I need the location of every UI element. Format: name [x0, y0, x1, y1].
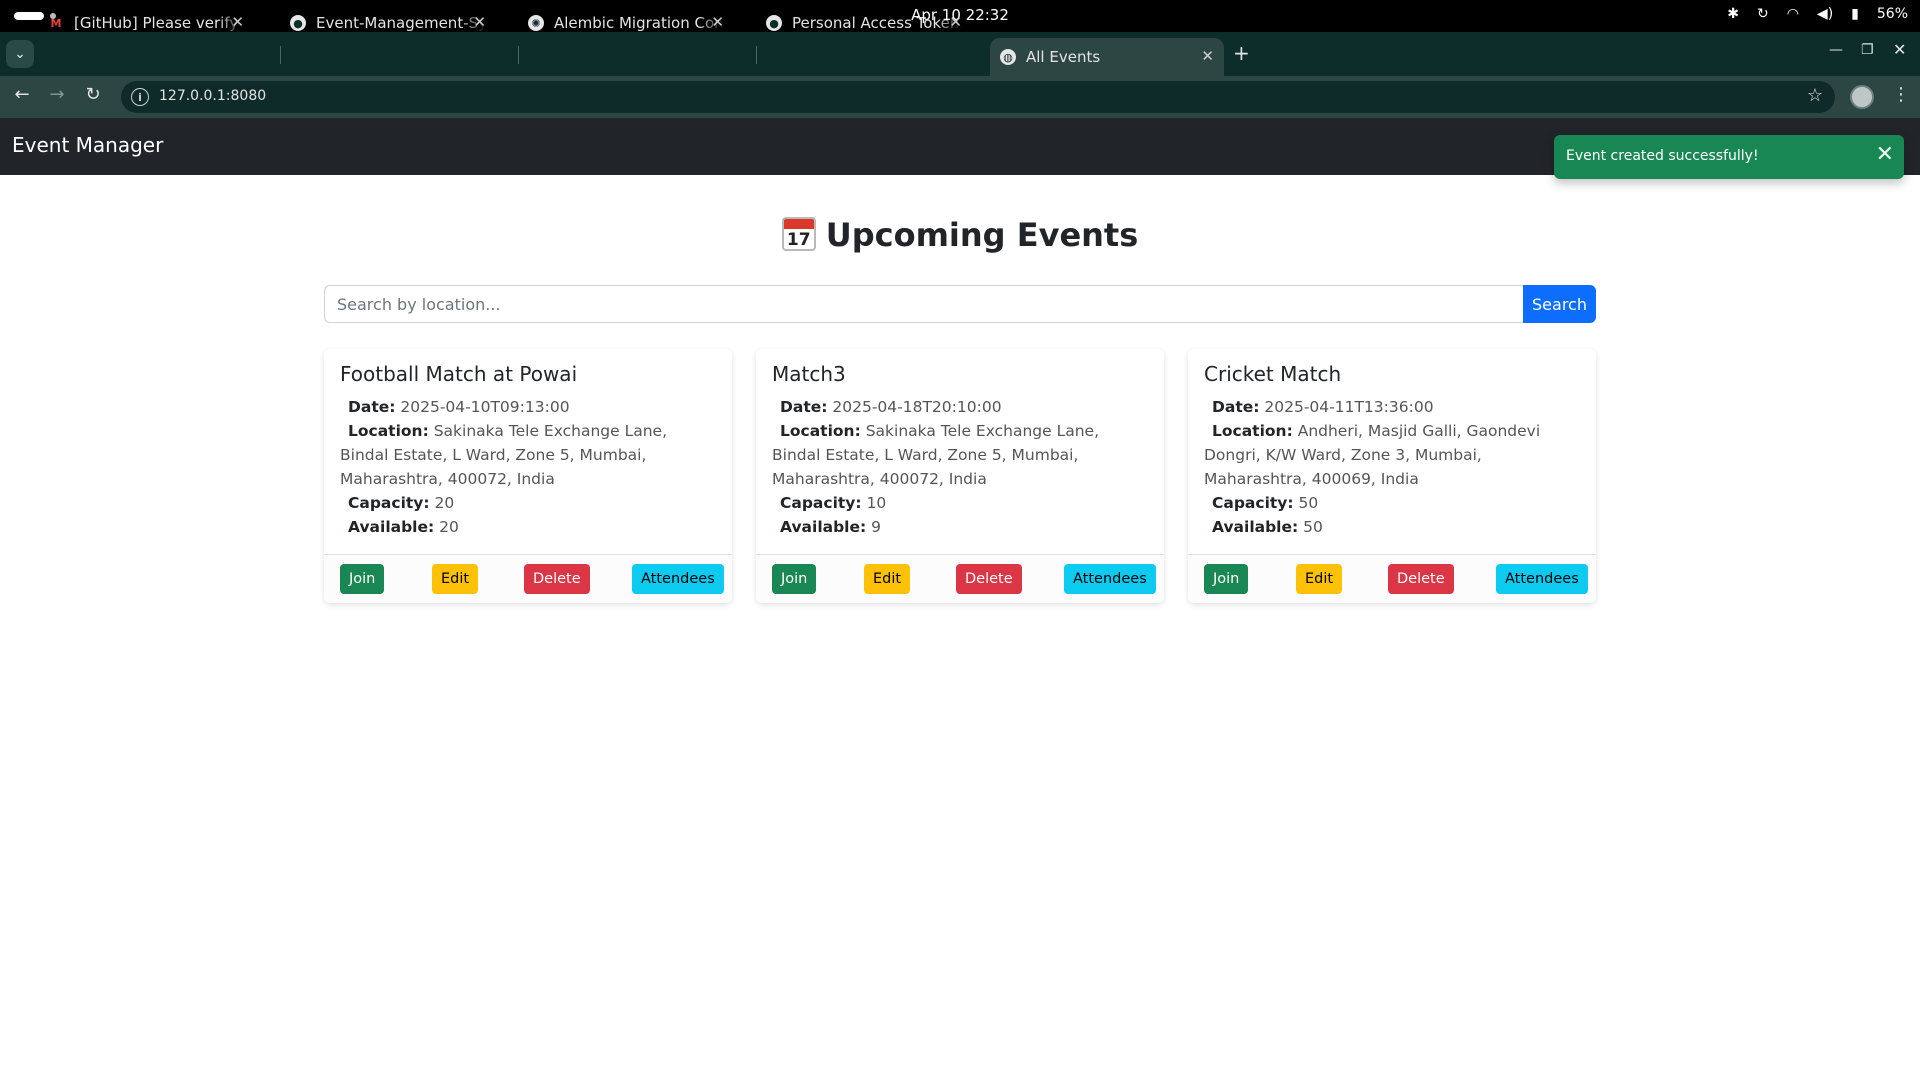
event-capacity: Capacity: 20 — [348, 494, 455, 512]
close-window-icon[interactable]: ✕ — [1893, 40, 1906, 59]
event-card: Football Match at Powai Date: 2025-04-10… — [324, 349, 732, 603]
navbar-brand[interactable]: Event Manager — [12, 133, 163, 157]
sync-icon[interactable]: ↻ — [1757, 6, 1769, 22]
edit-button[interactable]: Edit — [432, 564, 479, 594]
github-icon: ● — [290, 15, 306, 31]
tab-separator — [756, 46, 757, 64]
browser-tab-github-repo[interactable]: ● Event-Management-System ✕ — [280, 6, 496, 40]
system-tray[interactable]: ✱ ↻ ◠ ◀) ▮ 56% — [1727, 6, 1908, 22]
slack-icon[interactable]: ✱ — [1727, 6, 1739, 22]
attendees-button[interactable]: Attendees — [1064, 564, 1156, 594]
location-search-input[interactable] — [324, 285, 1523, 323]
success-toast: Event created successfully! ✕ — [1554, 135, 1904, 179]
browser-tab-all-events[interactable]: ◍ All Events ✕ — [990, 38, 1224, 76]
site-info-icon[interactable]: i — [131, 88, 149, 106]
forward-arrow-icon[interactable]: → — [45, 84, 69, 105]
card-actions: Join Edit Delete Attendees — [756, 554, 1164, 603]
tab-title: Event-Management-System — [316, 14, 486, 32]
close-icon[interactable]: ✕ — [711, 13, 724, 31]
event-title: Cricket Match — [1204, 362, 1342, 386]
attendees-button[interactable]: Attendees — [632, 564, 724, 594]
close-icon[interactable]: ✕ — [231, 13, 244, 31]
tab-title: All Events — [1026, 48, 1101, 66]
close-icon[interactable]: ✕ — [949, 13, 962, 31]
event-title: Match3 — [772, 362, 846, 386]
delete-button[interactable]: Delete — [1388, 564, 1454, 594]
bookmark-star-icon[interactable]: ☆ — [1807, 85, 1823, 106]
event-available: Available: 50 — [1212, 518, 1323, 536]
restore-icon[interactable]: ❐ — [1861, 42, 1874, 58]
event-date: Date: 2025-04-18T20:10:00 — [780, 398, 1002, 416]
event-location: Location: Sakinaka Tele Exchange Lane, B… — [772, 422, 1100, 488]
close-icon[interactable]: ✕ — [1876, 143, 1894, 167]
tab-separator — [280, 46, 281, 64]
page-title-text: Upcoming Events — [825, 216, 1139, 254]
tab-separator — [518, 46, 519, 64]
event-title: Football Match at Powai — [340, 362, 578, 386]
address-bar[interactable]: i 127.0.0.1:8080 ☆ — [121, 81, 1835, 113]
new-tab-button[interactable]: + — [1233, 41, 1250, 65]
gmail-icon: M — [50, 16, 62, 30]
page-title: 17 Upcoming Events — [0, 216, 1920, 254]
event-capacity: Capacity: 50 — [1212, 494, 1319, 512]
card-actions: Join Edit Delete Attendees — [1188, 554, 1596, 603]
browser-toolbar: ← → ↻ i 127.0.0.1:8080 ☆ ⋮ — [0, 76, 1920, 118]
battery-percent: 56% — [1876, 6, 1908, 22]
event-available: Available: 9 — [780, 518, 882, 536]
wifi-icon: ◠ — [1786, 6, 1799, 22]
event-capacity: Capacity: 10 — [780, 494, 887, 512]
close-icon[interactable]: ✕ — [473, 13, 486, 31]
github-icon: ● — [766, 15, 782, 31]
delete-button[interactable]: Delete — [524, 564, 590, 594]
close-icon[interactable]: ✕ — [1201, 47, 1214, 65]
search-form: Search — [324, 285, 1596, 323]
battery-icon: ▮ — [1851, 6, 1859, 22]
tab-title: [GitHub] Please verify your — [74, 14, 244, 32]
toast-message: Event created successfully! — [1566, 148, 1759, 164]
event-location: Location: Sakinaka Tele Exchange Lane, B… — [340, 422, 668, 488]
tab-search-dropdown-icon[interactable]: ⌄ — [6, 40, 34, 68]
tab-title: Alembic Migration Commands — [554, 14, 724, 32]
attendees-button[interactable]: Attendees — [1496, 564, 1588, 594]
browser-tab-alembic[interactable]: ✺ Alembic Migration Commands ✕ — [518, 6, 734, 40]
profile-avatar[interactable] — [1850, 85, 1874, 109]
join-button[interactable]: Join — [340, 564, 385, 594]
event-available: Available: 20 — [348, 518, 459, 536]
reload-icon[interactable]: ↻ — [81, 84, 105, 105]
volume-icon: ◀) — [1816, 6, 1834, 22]
tab-title: Personal Access Tokens (Classic) — [792, 14, 962, 32]
edit-button[interactable]: Edit — [864, 564, 911, 594]
minimize-icon[interactable]: — — [1829, 42, 1843, 58]
browser-tab-gmail[interactable]: M [GitHub] Please verify your ✕ — [38, 6, 254, 40]
join-button[interactable]: Join — [1204, 564, 1249, 594]
event-date: Date: 2025-04-11T13:36:00 — [1212, 398, 1434, 416]
calendar-icon: 17 — [781, 217, 816, 251]
event-date: Date: 2025-04-10T09:13:00 — [348, 398, 570, 416]
browser-menu-icon[interactable]: ⋮ — [1892, 84, 1910, 105]
globe-icon: ◍ — [1000, 49, 1016, 65]
chatgpt-icon: ✺ — [528, 15, 544, 31]
back-arrow-icon[interactable]: ← — [10, 84, 34, 105]
url-text[interactable]: 127.0.0.1:8080 — [159, 88, 266, 104]
join-button[interactable]: Join — [772, 564, 817, 594]
event-location: Location: Andheri, Masjid Galli, Gaondev… — [1204, 422, 1541, 488]
delete-button[interactable]: Delete — [956, 564, 1022, 594]
search-button[interactable]: Search — [1523, 285, 1596, 323]
browser-tab-access-tokens[interactable]: ● Personal Access Tokens (Classic) ✕ — [756, 6, 972, 40]
event-card: Cricket Match Date: 2025-04-11T13:36:00 … — [1188, 349, 1596, 603]
card-actions: Join Edit Delete Attendees — [324, 554, 732, 603]
event-card: Match3 Date: 2025-04-18T20:10:00 Locatio… — [756, 349, 1164, 603]
edit-button[interactable]: Edit — [1296, 564, 1343, 594]
